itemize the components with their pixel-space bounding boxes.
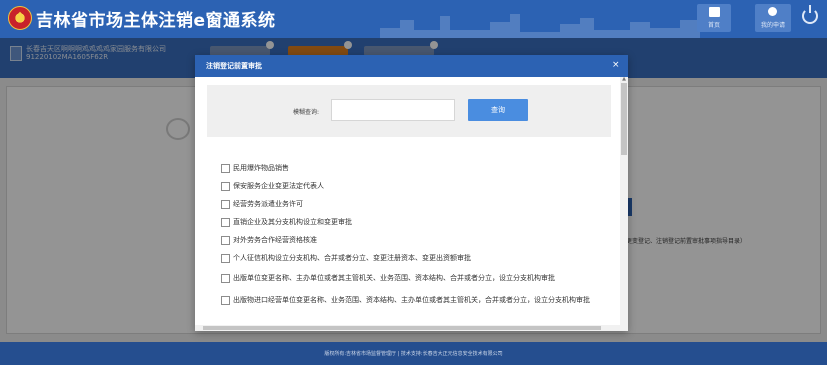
top-header: 吉林省市场主体注销e窗通系统 首页 我的申请 <box>0 0 827 38</box>
list-item[interactable]: 直销企业及其分支机构设立和变更审批 <box>219 218 595 227</box>
my-applications-button[interactable]: 我的申请 <box>755 4 791 32</box>
list-item[interactable]: 保安服务企业变更法定代表人 <box>219 182 595 191</box>
item-label: 个人征信机构设立分支机构、合并或者分立、变更注册资本、变更出资额审批 <box>233 254 471 262</box>
search-button[interactable]: 查询 <box>468 99 528 121</box>
list-item[interactable]: 个人征信机构设立分支机构、合并或者分立、变更注册资本、变更出资额审批 <box>219 254 595 263</box>
site-title: 吉林省市场主体注销e窗通系统 <box>36 11 276 31</box>
checkbox[interactable] <box>221 200 230 209</box>
checkbox[interactable] <box>221 236 230 245</box>
close-icon[interactable]: × <box>612 59 620 71</box>
checkbox[interactable] <box>221 274 230 283</box>
approval-item-list: 民用爆炸物品销售 保安服务企业变更法定代表人 经营劳务派遣业务许可 直销企业及其… <box>219 164 595 316</box>
skyline-decoration <box>380 14 700 38</box>
item-label: 直销企业及其分支机构设立和变更审批 <box>233 218 352 226</box>
search-input[interactable] <box>331 99 455 121</box>
vertical-scrollbar[interactable]: ▲ <box>620 77 628 331</box>
page-footer: 版权所有:吉林省市场监督管理厅 | 技术支持:长春吉大正元信息安全技术有限公司 <box>0 342 827 365</box>
home-button[interactable]: 首页 <box>697 4 731 32</box>
item-label: 民用爆炸物品销售 <box>233 164 289 172</box>
item-label: 保安服务企业变更法定代表人 <box>233 182 324 190</box>
national-emblem-logo <box>8 6 32 30</box>
item-label: 对外劳务合作经营资格核准 <box>233 236 317 244</box>
pre-approval-dialog: 注销登记前置审批 × 模糊查询: 查询 民用爆炸物品销售 保安服务企业变更法定代… <box>195 55 628 331</box>
footer-copyright: 版权所有:吉林省市场监督管理厅 | 技术支持:长春吉大正元信息安全技术有限公司 <box>324 351 503 357</box>
list-item[interactable]: 出版物进口经营单位变更名称、业务范围、资本结构、主办单位或者其主管机关，合并或者… <box>219 294 595 307</box>
checkbox[interactable] <box>221 182 230 191</box>
dialog-header: 注销登记前置审批 × <box>195 55 628 77</box>
home-label: 首页 <box>707 22 720 29</box>
scrollbar-thumb[interactable] <box>621 83 627 155</box>
list-item[interactable]: 民用爆炸物品销售 <box>219 164 595 173</box>
user-icon <box>768 7 777 16</box>
dialog-title: 注销登记前置审批 <box>206 62 262 70</box>
power-icon[interactable] <box>802 5 818 24</box>
search-label: 模糊查询: <box>293 109 320 116</box>
item-label: 经营劳务派遣业务许可 <box>233 200 303 208</box>
search-panel: 模糊查询: 查询 <box>207 85 611 137</box>
item-label: 出版单位变更名称、主办单位或者其主管机关、业务范围、资本结构、合并或者分立，设立… <box>233 274 555 282</box>
checkbox[interactable] <box>221 164 230 173</box>
scrollbar-thumb[interactable] <box>203 326 601 330</box>
scroll-up-icon[interactable]: ▲ <box>621 77 627 82</box>
checkbox[interactable] <box>221 218 230 227</box>
item-label: 出版物进口经营单位变更名称、业务范围、资本结构、主办单位或者其主管机关，合并或者… <box>233 296 590 304</box>
my-applications-label: 我的申请 <box>760 22 785 29</box>
checkbox[interactable] <box>221 296 230 305</box>
list-item[interactable]: 经营劳务派遣业务许可 <box>219 200 595 209</box>
list-item[interactable]: 出版单位变更名称、主办单位或者其主管机关、业务范围、资本结构、合并或者分立，设立… <box>219 272 595 285</box>
briefcase-icon <box>709 7 720 17</box>
checkbox[interactable] <box>221 254 230 263</box>
list-item[interactable]: 对外劳务合作经营资格核准 <box>219 236 595 245</box>
horizontal-scrollbar[interactable] <box>195 325 620 331</box>
